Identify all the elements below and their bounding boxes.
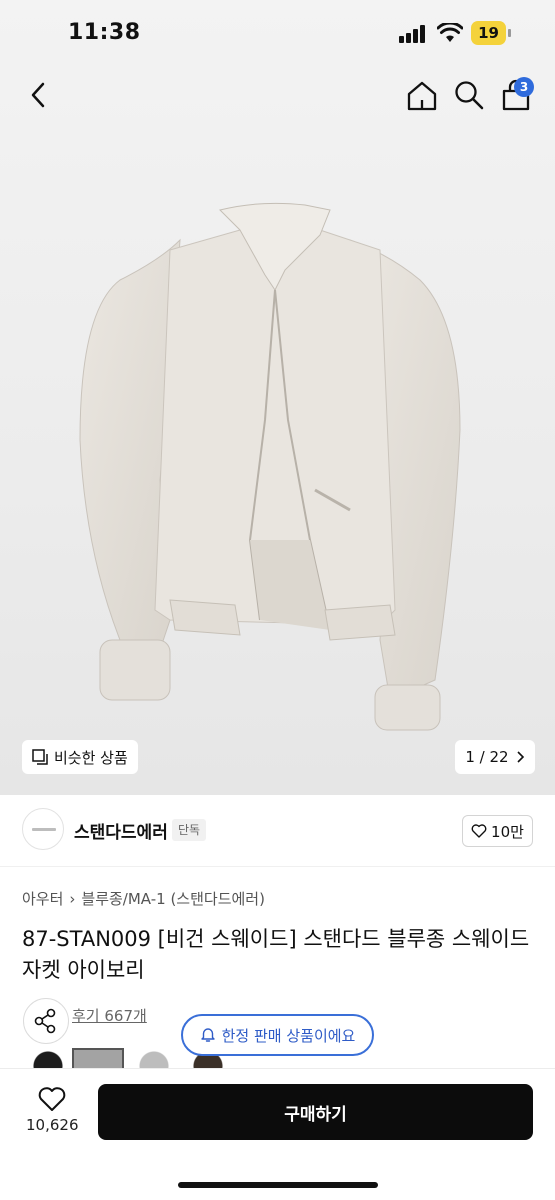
similar-products-icon [32, 749, 48, 765]
status-bar: 11:38 19 [0, 0, 555, 66]
image-pager-text: 1 / 22 [465, 748, 509, 766]
wishlist-heart-icon[interactable] [38, 1086, 66, 1112]
product-image[interactable] [60, 180, 500, 740]
brand-like-button[interactable]: 10만 [462, 815, 533, 847]
color-swatch[interactable] [72, 1048, 124, 1068]
color-swatch[interactable] [128, 1048, 180, 1068]
wishlist-count: 10,626 [26, 1116, 79, 1134]
battery-icon: 19 [471, 21, 511, 45]
product-title: 87-STAN009 [비건 스웨이드] 스탠다드 블루종 스웨이드 자켓 아이… [22, 927, 530, 982]
breadcrumb-item[interactable]: 아우터 [22, 888, 63, 909]
battery-level: 19 [478, 24, 499, 42]
heart-icon [471, 824, 487, 838]
breadcrumb-item[interactable]: 블루종/MA-1 (스탠다드에러) [81, 888, 265, 909]
home-icon[interactable] [404, 78, 440, 114]
back-icon[interactable] [22, 78, 56, 112]
chevron-right-icon [517, 751, 524, 763]
similar-products-label: 비슷한 상품 [54, 748, 128, 767]
bell-icon [200, 1028, 215, 1042]
search-icon[interactable] [452, 78, 486, 112]
chevron-right-icon: › [69, 889, 76, 908]
limited-sale-badge: 한정 판매 상품이에요 [181, 1014, 374, 1056]
image-pager[interactable]: 1 / 22 [455, 740, 535, 774]
divider [0, 866, 555, 867]
brand-logo[interactable] [22, 808, 64, 850]
cart-count-badge: 3 [514, 77, 534, 97]
buy-button[interactable]: 구매하기 [98, 1084, 533, 1140]
share-icon [34, 1008, 56, 1034]
signal-icon [399, 25, 429, 43]
wifi-icon [437, 23, 463, 42]
review-count-link[interactable]: 후기 667개 [72, 1005, 147, 1026]
breadcrumb: 아우터 › 블루종/MA-1 (스탠다드에러) [22, 888, 265, 909]
status-time: 11:38 [68, 20, 141, 45]
color-swatch[interactable] [22, 1048, 74, 1068]
brand-like-count: 10만 [491, 822, 524, 841]
brand-name[interactable]: 스탠다드에러 [74, 818, 168, 843]
limited-sale-label: 한정 판매 상품이에요 [221, 1026, 356, 1045]
home-indicator [178, 1182, 378, 1188]
share-button[interactable] [23, 998, 69, 1044]
exclusive-badge: 단독 [172, 819, 207, 841]
similar-products-button[interactable]: 비슷한 상품 [22, 740, 138, 774]
